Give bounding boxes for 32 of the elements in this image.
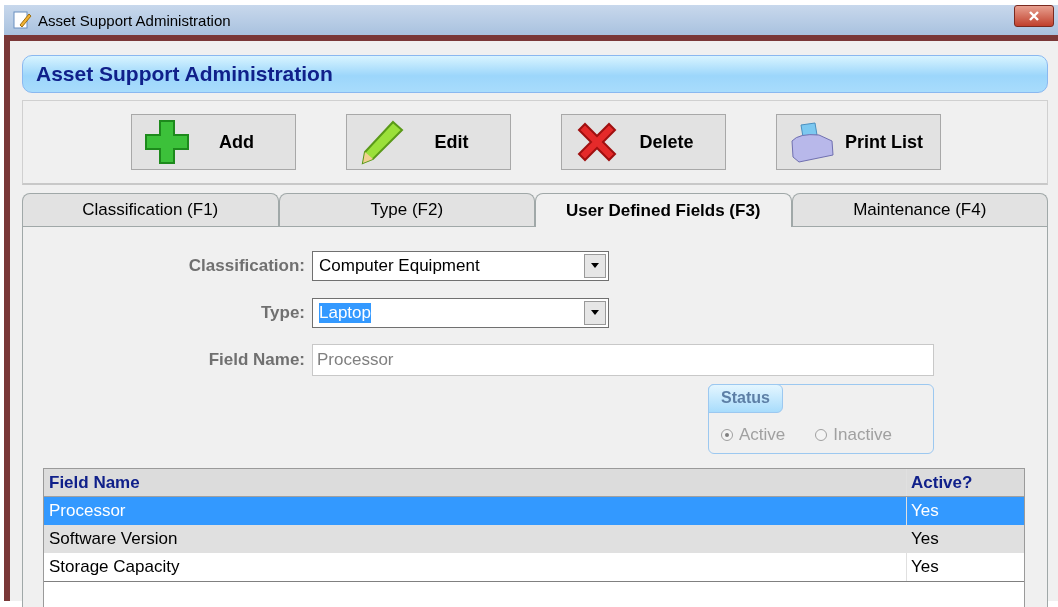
close-icon [1028,11,1040,21]
tab[interactable]: Maintenance (F4) [791,193,1048,226]
table-row[interactable]: Storage Capacity Yes [44,553,1024,582]
table-cell: Software Version [44,525,907,553]
toolbar-button[interactable]: Print List [776,114,941,170]
header-title: Asset Support Administration [36,62,333,86]
column-header: Field Name [44,469,907,496]
tab[interactable]: Classification (F1) [22,193,279,226]
plus-icon [144,119,190,165]
table-cell-text: Yes [910,500,940,522]
table-row[interactable]: Software Version Yes [44,525,1024,553]
caret-icon [591,310,599,315]
dropdown[interactable]: Computer Equipment [312,250,609,281]
pencil-icon [359,119,405,165]
tab[interactable]: Type (F2) [278,193,535,226]
toolbar-button[interactable]: Add [131,114,296,170]
table-cell-text: Yes [910,528,940,550]
notepad-pencil-icon [12,10,32,30]
table-cell-text: Yes [910,556,940,578]
field-label: Field Name: [207,349,306,370]
toolbar-button[interactable]: Delete [561,114,726,170]
printer-icon [789,119,835,165]
column-header: Active? [910,471,974,494]
toolbar-button[interactable]: Edit [346,114,511,170]
close-button[interactable] [1014,5,1054,27]
table-cell: Storage Capacity [44,553,907,581]
field-label: Classification: [187,255,306,276]
window-title: Asset Support Administration [38,11,231,29]
tab[interactable]: User Defined Fields (F3) [535,193,792,227]
group-title: Status [708,384,783,413]
caret-icon [591,263,599,268]
field-label: Type: [259,302,306,323]
